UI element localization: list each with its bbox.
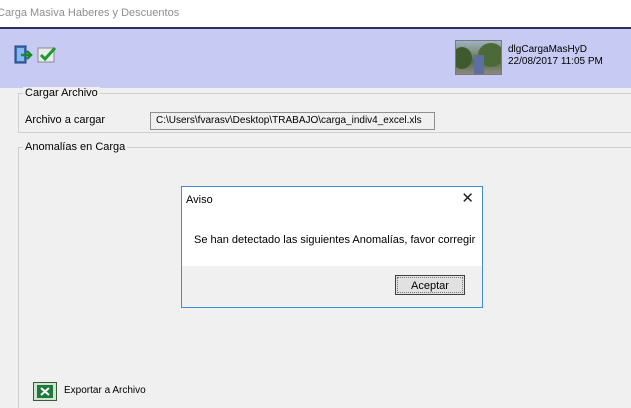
form-name: dlgCargaMasHyD xyxy=(508,44,587,55)
dialog-footer: Aceptar xyxy=(182,266,482,307)
archivo-path-field[interactable]: C:\Users\fvarasv\Desktop\TRABAJO\carga_i… xyxy=(150,112,435,130)
form-datetime: 22/08/2017 11:05 PM xyxy=(508,56,603,67)
checkmark-icon[interactable] xyxy=(37,44,59,66)
toolbar: dlgCargaMasHyD 22/08/2017 11:05 PM xyxy=(0,29,631,88)
archivo-label: Archivo a cargar xyxy=(25,114,106,126)
anomalias-title: Anomalías en Carga xyxy=(23,141,128,153)
form-info: dlgCargaMasHyD 22/08/2017 11:05 PM xyxy=(508,44,603,68)
cargar-archivo-title: Cargar Archivo xyxy=(23,87,100,99)
dialog-title: Aviso xyxy=(186,194,213,206)
excel-icon[interactable] xyxy=(33,382,57,401)
form-thumbnail-image xyxy=(455,40,502,75)
aviso-dialog: Aviso ✕ Se han detectado las siguientes … xyxy=(181,186,483,308)
window-title: Carga Masiva Haberes y Descuentos xyxy=(0,7,180,19)
cargar-archivo-group: Cargar Archivo Archivo a cargar C:\Users… xyxy=(18,87,631,133)
exit-door-icon[interactable] xyxy=(12,44,34,66)
dialog-message: Se han detectado las siguientes Anomalía… xyxy=(194,234,476,246)
export-button-label[interactable]: Exportar a Archivo xyxy=(64,385,146,396)
close-icon[interactable]: ✕ xyxy=(461,189,474,207)
aceptar-button[interactable]: Aceptar xyxy=(395,275,465,295)
title-bar: Carga Masiva Haberes y Descuentos xyxy=(0,0,631,29)
